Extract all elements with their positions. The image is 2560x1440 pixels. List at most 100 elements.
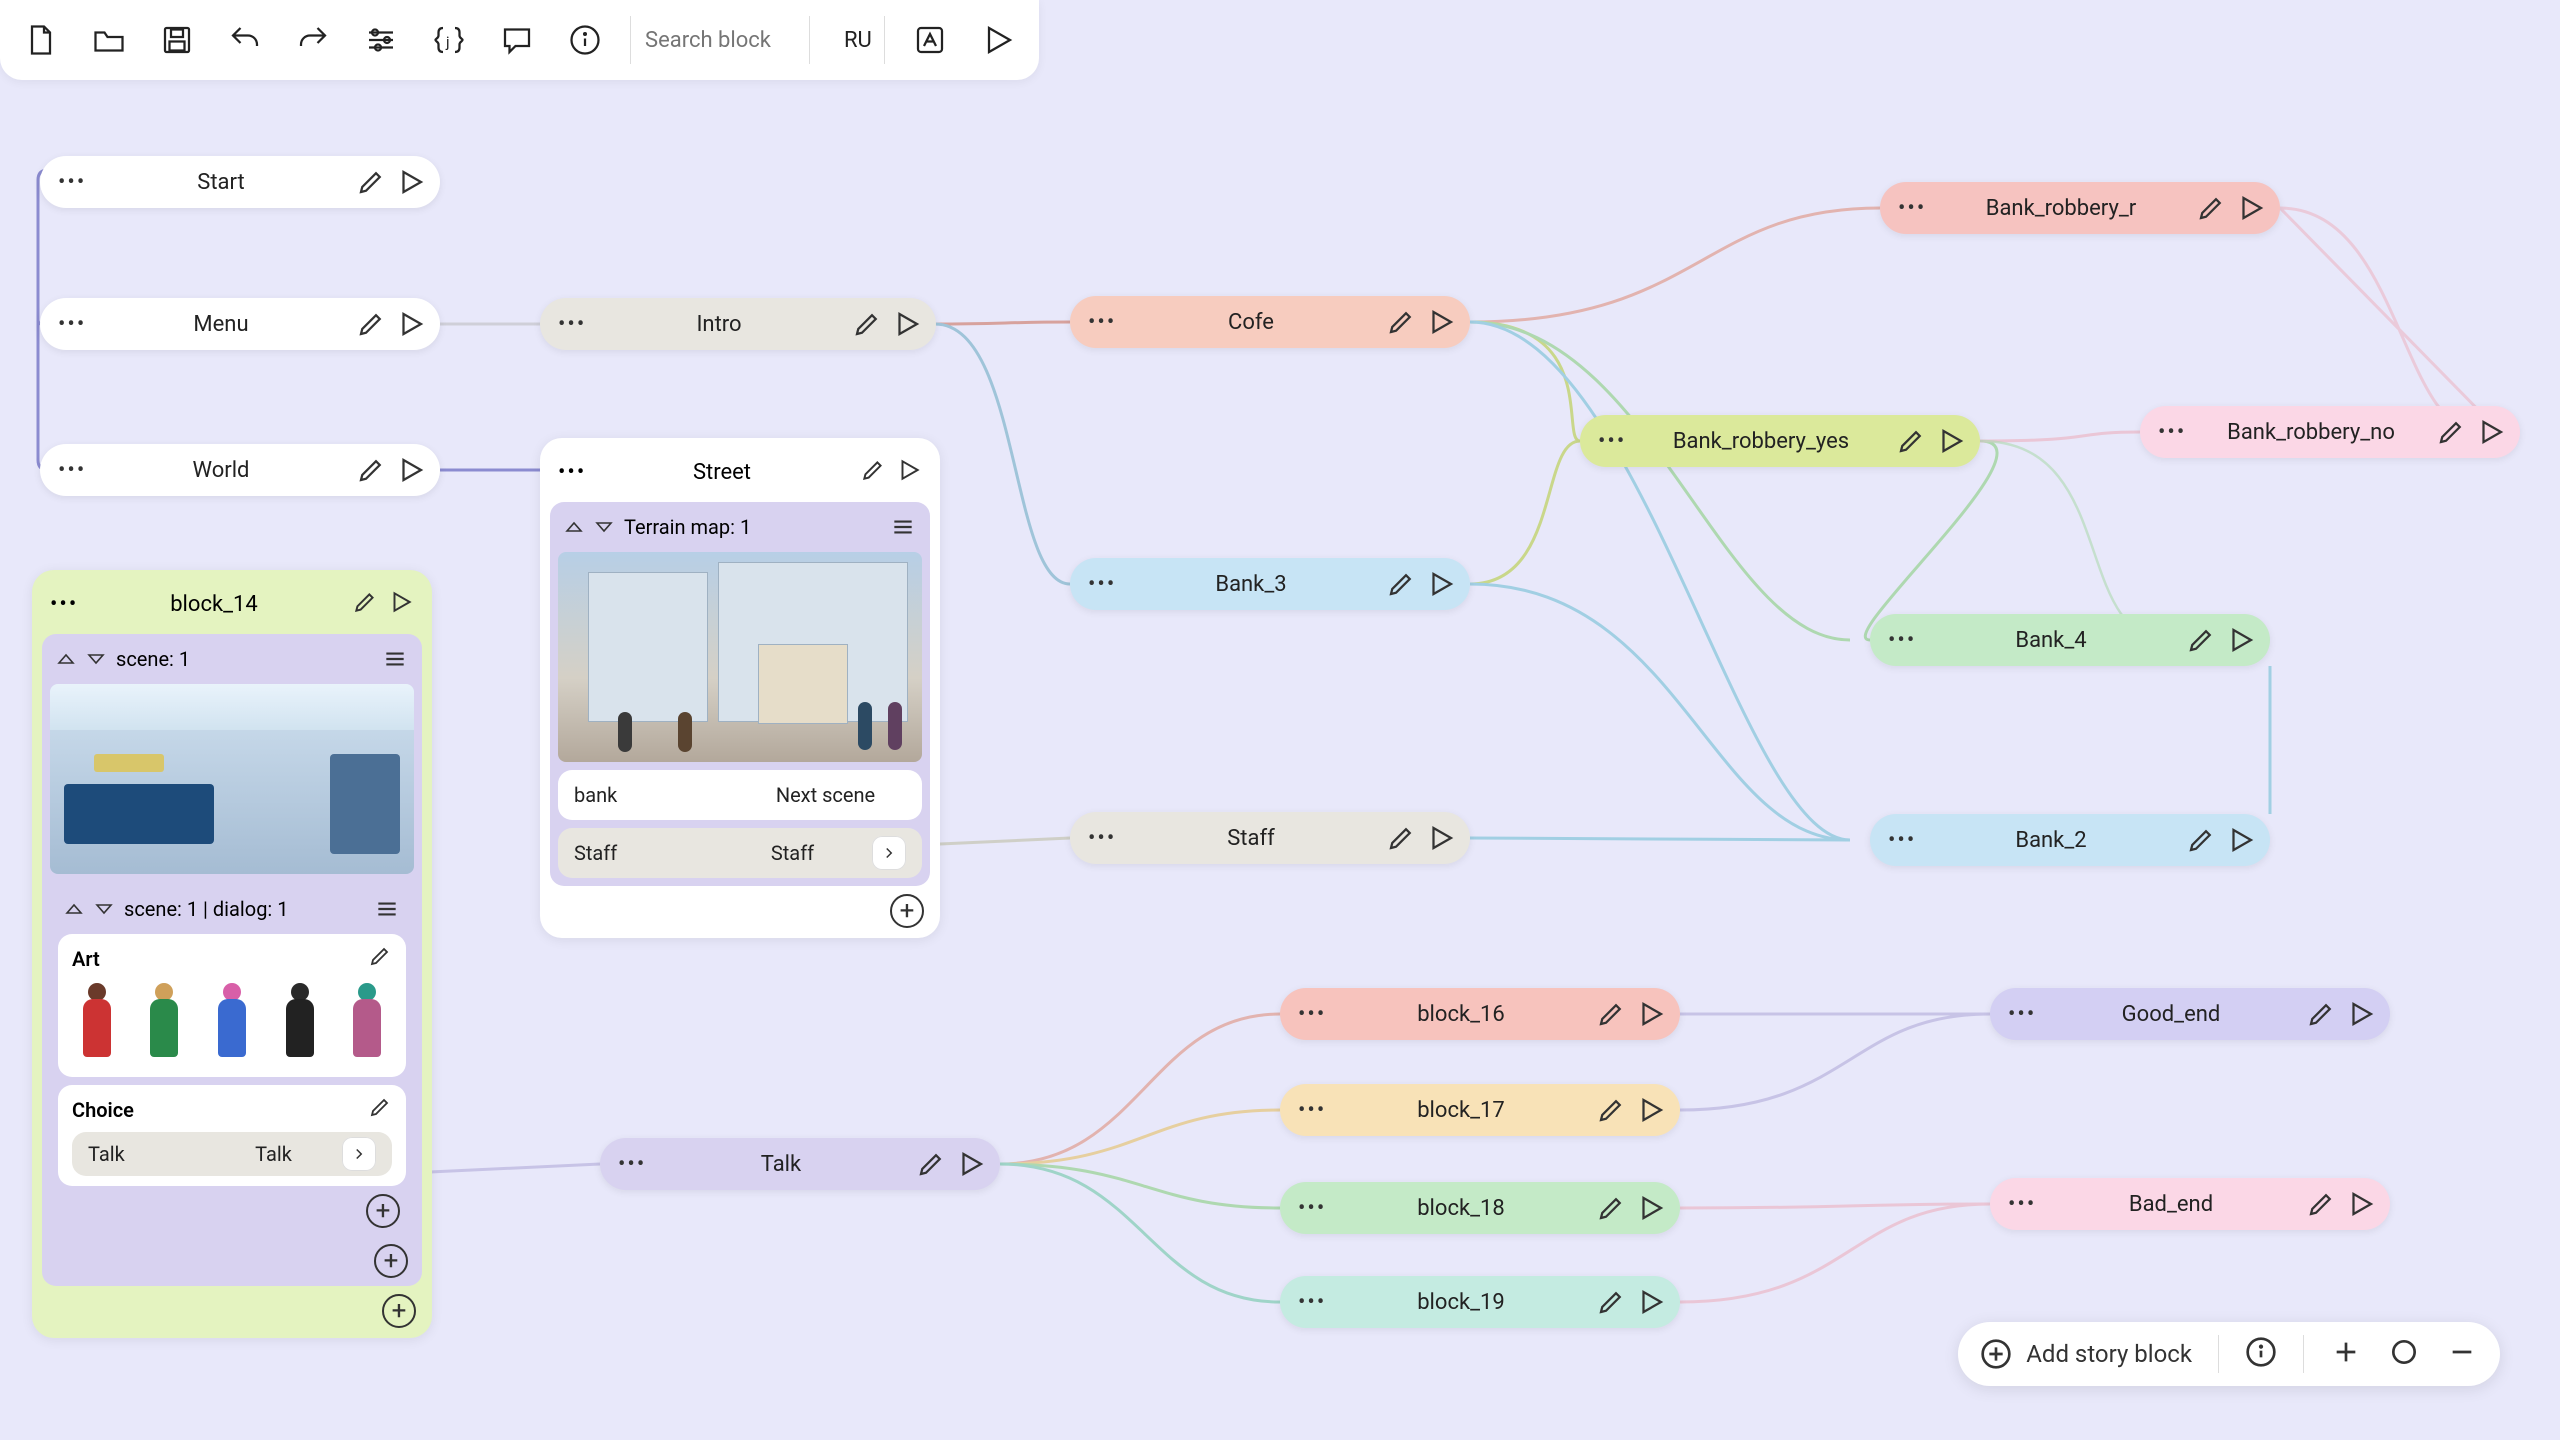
edit-icon[interactable]: [2186, 825, 2216, 855]
node-bank-robbery-r[interactable]: ••• Bank_robbery_r: [1880, 182, 2280, 234]
redo-icon[interactable]: [290, 17, 336, 63]
collapse-down-icon[interactable]: [594, 517, 614, 537]
node-intro[interactable]: ••• Intro: [540, 298, 936, 350]
edit-icon[interactable]: [368, 944, 392, 973]
edit-icon[interactable]: [356, 309, 386, 339]
drag-handle-icon[interactable]: •••: [2158, 420, 2196, 445]
node-bad-end[interactable]: ••• Bad_end: [1990, 1178, 2390, 1230]
node-staff[interactable]: ••• Staff: [1070, 812, 1470, 864]
edit-icon[interactable]: [352, 589, 378, 619]
add-block-item-button[interactable]: [382, 1294, 416, 1328]
menu-icon[interactable]: [382, 646, 408, 672]
collapse-up-icon[interactable]: [56, 649, 76, 669]
node-menu[interactable]: ••• Menu: [40, 298, 440, 350]
play-icon[interactable]: [396, 167, 426, 197]
map-row-staff[interactable]: Staff Staff: [558, 828, 922, 878]
play-icon[interactable]: [956, 1149, 986, 1179]
node-start[interactable]: ••• Start: [40, 156, 440, 208]
drag-handle-icon[interactable]: •••: [1088, 572, 1126, 597]
node-good-end[interactable]: ••• Good_end: [1990, 988, 2390, 1040]
play-icon[interactable]: [1636, 1287, 1666, 1317]
edit-icon[interactable]: [368, 1095, 392, 1124]
new-file-icon[interactable]: [18, 17, 64, 63]
play-icon[interactable]: [388, 589, 414, 619]
play-icon[interactable]: [1636, 1095, 1666, 1125]
menu-icon[interactable]: [890, 514, 916, 540]
edit-icon[interactable]: [2186, 625, 2216, 655]
play-icon[interactable]: [2346, 1189, 2376, 1219]
map-row-bank[interactable]: bank Next scene: [558, 770, 922, 820]
play-icon[interactable]: [1936, 426, 1966, 456]
drag-handle-icon[interactable]: •••: [1298, 1098, 1336, 1123]
edit-icon[interactable]: [1386, 307, 1416, 337]
zoom-reset-icon[interactable]: [2388, 1336, 2420, 1372]
edit-icon[interactable]: [2306, 999, 2336, 1029]
drag-handle-icon[interactable]: •••: [1298, 1196, 1336, 1221]
drag-handle-icon[interactable]: •••: [618, 1152, 656, 1177]
search-input[interactable]: [630, 16, 810, 64]
node-block16[interactable]: ••• block_16: [1280, 988, 1680, 1040]
node-block19[interactable]: ••• block_19: [1280, 1276, 1680, 1328]
node-bank-robbery-yes[interactable]: ••• Bank_robbery_yes: [1580, 415, 1980, 467]
edit-icon[interactable]: [1596, 1193, 1626, 1223]
drag-handle-icon[interactable]: •••: [2008, 1002, 2046, 1027]
collapse-up-icon[interactable]: [564, 517, 584, 537]
node-bank-robbery-no[interactable]: ••• Bank_robbery_no: [2140, 406, 2520, 458]
node-block18[interactable]: ••• block_18: [1280, 1182, 1680, 1234]
node-bank3[interactable]: ••• Bank_3: [1070, 558, 1470, 610]
collapse-down-icon[interactable]: [94, 899, 114, 919]
play-icon[interactable]: [2236, 193, 2266, 223]
card-block14[interactable]: ••• block_14 scene: 1 scene: 1 | dialog:…: [32, 570, 432, 1338]
choice-row-talk[interactable]: Talk Talk: [72, 1132, 392, 1176]
edit-icon[interactable]: [1386, 569, 1416, 599]
play-icon[interactable]: [2346, 999, 2376, 1029]
play-icon[interactable]: [1636, 999, 1666, 1029]
play-icon[interactable]: [896, 457, 922, 487]
undo-icon[interactable]: [222, 17, 268, 63]
drag-handle-icon[interactable]: •••: [2008, 1192, 2046, 1217]
play-icon[interactable]: [2226, 825, 2256, 855]
font-style-icon[interactable]: [907, 17, 953, 63]
drag-handle-icon[interactable]: •••: [558, 312, 596, 337]
edit-icon[interactable]: [1596, 1095, 1626, 1125]
info-icon[interactable]: [2245, 1336, 2277, 1372]
drag-handle-icon[interactable]: •••: [1298, 1290, 1336, 1315]
add-item-button[interactable]: [890, 894, 924, 928]
play-icon[interactable]: [396, 309, 426, 339]
node-world[interactable]: ••• World: [40, 444, 440, 496]
language-selector[interactable]: RU: [832, 16, 885, 64]
add-scene-item-button[interactable]: [374, 1244, 408, 1278]
edit-icon[interactable]: [2436, 417, 2466, 447]
play-icon[interactable]: [2476, 417, 2506, 447]
card-street[interactable]: ••• Street Terrain map: 1 bank Next scen…: [540, 438, 940, 938]
edit-icon[interactable]: [916, 1149, 946, 1179]
edit-icon[interactable]: [860, 457, 886, 487]
node-talk[interactable]: ••• Talk: [600, 1138, 1000, 1190]
add-story-block-button[interactable]: Add story block: [1980, 1338, 2192, 1370]
drag-handle-icon[interactable]: •••: [1898, 196, 1936, 221]
edit-icon[interactable]: [1596, 999, 1626, 1029]
edit-icon[interactable]: [852, 309, 882, 339]
menu-icon[interactable]: [374, 896, 400, 922]
save-icon[interactable]: [154, 17, 200, 63]
drag-handle-icon[interactable]: •••: [1088, 310, 1126, 335]
play-icon[interactable]: [396, 455, 426, 485]
node-cofe[interactable]: ••• Cofe: [1070, 296, 1470, 348]
info-icon[interactable]: [562, 17, 608, 63]
edit-icon[interactable]: [1596, 1287, 1626, 1317]
play-icon[interactable]: [1426, 569, 1456, 599]
edit-icon[interactable]: [1386, 823, 1416, 853]
edit-icon[interactable]: [2306, 1189, 2336, 1219]
collapse-up-icon[interactable]: [64, 899, 84, 919]
edit-icon[interactable]: [356, 167, 386, 197]
play-icon[interactable]: [892, 309, 922, 339]
node-bank2[interactable]: ••• Bank_2: [1870, 814, 2270, 866]
zoom-out-icon[interactable]: [2446, 1336, 2478, 1372]
json-braces-icon[interactable]: j: [426, 17, 472, 63]
drag-handle-icon[interactable]: •••: [58, 458, 96, 483]
drag-handle-icon[interactable]: •••: [558, 460, 594, 485]
drag-handle-icon[interactable]: •••: [50, 592, 86, 617]
play-icon[interactable]: [1636, 1193, 1666, 1223]
node-bank4[interactable]: ••• Bank_4: [1870, 614, 2270, 666]
add-dialog-item-button[interactable]: [366, 1194, 400, 1228]
